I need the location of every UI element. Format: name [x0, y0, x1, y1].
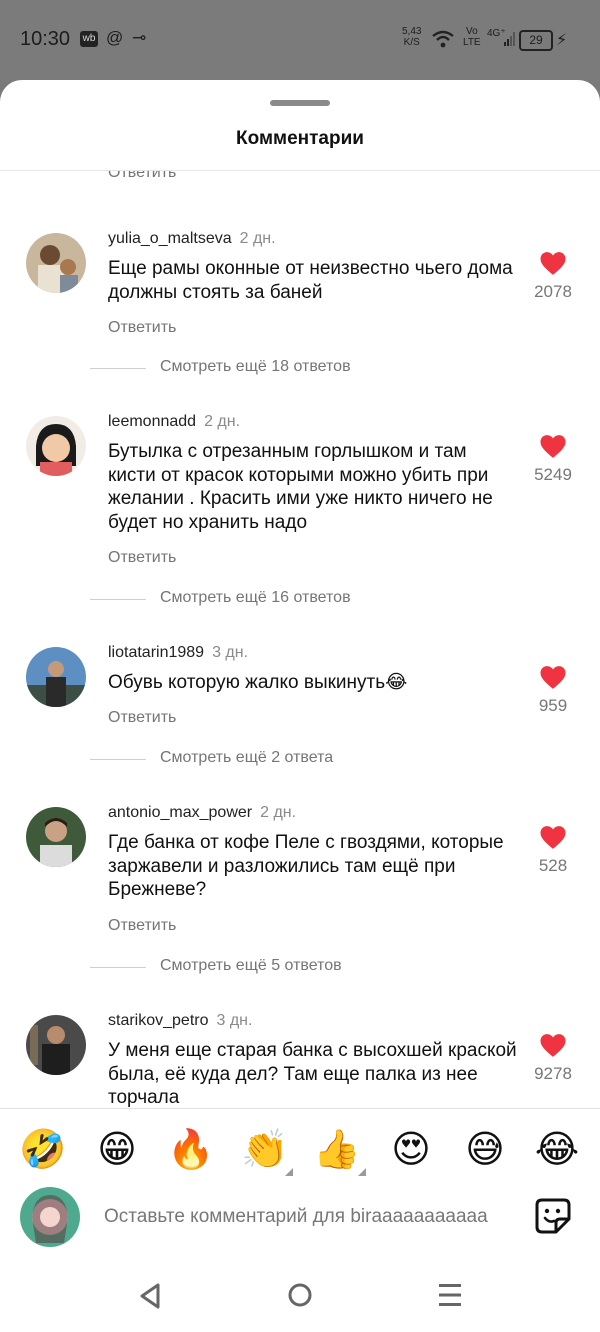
volte-top: Vo — [465, 26, 478, 37]
home-icon[interactable] — [287, 1282, 313, 1308]
comment-age: 2 дн. — [260, 804, 297, 821]
system-nav-bar — [0, 1260, 600, 1332]
sticker-icon[interactable] — [534, 1197, 572, 1235]
replies-line — [90, 368, 146, 369]
reply-button[interactable]: Ответить — [108, 171, 176, 182]
volte-indicator: Vo LTE — [463, 26, 481, 48]
view-more-replies[interactable]: Смотреть ещё 2 ответа — [90, 749, 570, 769]
heart-icon[interactable] — [539, 825, 567, 850]
view-more-replies[interactable]: Смотреть ещё 16 ответов — [90, 589, 570, 609]
comments-sheet: Комментарии Ответить yulia_o_maltseva 2 д… — [0, 80, 600, 1332]
heart-icon[interactable] — [539, 665, 567, 690]
like-button[interactable]: 528 — [528, 825, 578, 876]
signal-icon — [504, 32, 515, 46]
comment-username[interactable]: antonio_max_power — [108, 804, 252, 821]
emoji-sweat-smile-button[interactable]: 😅 — [460, 1124, 510, 1174]
comment-username[interactable]: yulia_o_maltseva — [108, 230, 232, 247]
net-speed-value: 5,43 — [402, 26, 422, 37]
view-more-replies-label[interactable]: Смотреть ещё 5 ответов — [160, 957, 342, 975]
wifi-icon — [432, 30, 454, 48]
my-avatar — [20, 1187, 80, 1247]
comment-username-row[interactable]: leemonnadd 2 дн. — [108, 413, 240, 431]
view-more-replies[interactable]: Смотреть ещё 18 ответов — [90, 358, 570, 378]
like-button[interactable]: 959 — [528, 665, 578, 716]
like-button[interactable]: 2078 — [528, 251, 578, 302]
view-more-replies-label[interactable]: Смотреть ещё 16 ответов — [160, 589, 351, 607]
comment-age: 3 дн. — [216, 1012, 253, 1029]
comment-username[interactable]: leemonnadd — [108, 413, 196, 430]
reply-button[interactable]: Ответить — [108, 549, 176, 567]
like-count: 9278 — [534, 1064, 572, 1083]
comment-text: Обувь которую жалко выкинуть😂 — [108, 672, 408, 693]
skin-tone-indicator-icon — [285, 1168, 293, 1176]
drag-handle[interactable] — [270, 100, 330, 106]
key-notification-icon: ⊸ — [132, 28, 147, 47]
view-more-replies[interactable]: Смотреть ещё 5 ответов — [90, 957, 570, 977]
status-bar: 10:30 wb @ ⊸ 5,43 K/S Vo LTE 4G⁺ 29 ⚡ — [0, 0, 600, 82]
quick-emoji-bar: 🤣 😁 🔥 👏 👍 😍 😅 😂 — [0, 1120, 600, 1180]
comment-username[interactable]: liotatarin1989 — [108, 644, 204, 661]
comment-username-row[interactable]: starikov_petro 3 дн. — [108, 1012, 252, 1030]
battery-indicator: 29 — [519, 30, 553, 51]
avatar[interactable] — [26, 647, 86, 707]
comment-age: 2 дн. — [239, 230, 276, 247]
like-button[interactable]: 9278 — [528, 1033, 578, 1084]
comment-username-row[interactable]: liotatarin1989 3 дн. — [108, 644, 248, 662]
status-time: 10:30 — [20, 28, 71, 50]
network-type: 4G⁺ — [487, 28, 506, 39]
net-speed: 5,43 K/S — [402, 26, 421, 48]
emoji-fire-button[interactable]: 🔥 — [166, 1124, 216, 1174]
comment-text: У меня еще старая банка с высохшей краск… — [108, 1040, 517, 1108]
heart-icon[interactable] — [539, 434, 567, 459]
comment-text: Еще рамы оконные от неизвестно чьего дом… — [108, 258, 513, 303]
comment-input[interactable] — [104, 1203, 514, 1231]
comment-username-row[interactable]: antonio_max_power 2 дн. — [108, 804, 296, 822]
comment-composer — [0, 1185, 600, 1255]
volte-bottom: LTE — [463, 37, 481, 48]
avatar[interactable] — [26, 233, 86, 293]
replies-line — [90, 599, 146, 600]
emoji-rofl-button[interactable]: 🤣 — [18, 1124, 68, 1174]
comment-username-row[interactable]: yulia_o_maltseva 2 дн. — [108, 230, 276, 248]
heart-icon[interactable] — [539, 251, 567, 276]
reply-button[interactable]: Ответить — [108, 319, 176, 337]
like-count: 528 — [538, 856, 568, 875]
avatar[interactable] — [26, 807, 86, 867]
emoji-heart-eyes-button[interactable]: 😍 — [386, 1124, 436, 1174]
like-count: 5249 — [534, 465, 572, 484]
reply-button[interactable]: Ответить — [108, 709, 176, 727]
skin-tone-indicator-icon — [358, 1168, 366, 1176]
recents-menu-icon[interactable] — [438, 1282, 462, 1308]
net-speed-unit: K/S — [403, 37, 420, 48]
view-more-replies-label[interactable]: Смотреть ещё 2 ответа — [160, 749, 333, 767]
comments-list[interactable]: Ответить yulia_o_maltseva 2 дн. Еще рамы … — [0, 171, 600, 1109]
emoji-grin-button[interactable]: 😁 — [92, 1124, 142, 1174]
like-count: 2078 — [534, 282, 572, 301]
emoji-clap-button[interactable]: 👏 — [240, 1124, 290, 1174]
comment-age: 3 дн. — [212, 644, 249, 661]
charging-icon: ⚡ — [556, 32, 568, 49]
replies-line — [90, 967, 146, 968]
at-notification-icon: @ — [106, 28, 124, 47]
input-divider — [0, 1108, 600, 1109]
comment-text: Где банка от кофе Пеле с гвоздями, котор… — [108, 832, 504, 900]
sheet-title: Комментарии — [236, 128, 364, 149]
emoji-joy-button[interactable]: 😂 — [532, 1124, 582, 1174]
wb-notification-icon: wb — [80, 31, 98, 47]
comment-username[interactable]: starikov_petro — [108, 1012, 209, 1029]
back-icon[interactable] — [138, 1282, 162, 1310]
like-count: 959 — [538, 696, 568, 715]
comment-age: 2 дн. — [204, 413, 241, 430]
replies-line — [90, 759, 146, 760]
view-more-replies-label[interactable]: Смотреть ещё 18 ответов — [160, 358, 351, 376]
comment-text: Бутылка с отрезанным горлышком и там кис… — [108, 441, 493, 533]
emoji-thumbs-up-button[interactable]: 👍 — [312, 1124, 362, 1174]
like-button[interactable]: 5249 — [528, 434, 578, 485]
reply-button[interactable]: Ответить — [108, 917, 176, 935]
avatar[interactable] — [26, 416, 86, 476]
heart-icon[interactable] — [539, 1033, 567, 1058]
avatar[interactable] — [26, 1015, 86, 1075]
